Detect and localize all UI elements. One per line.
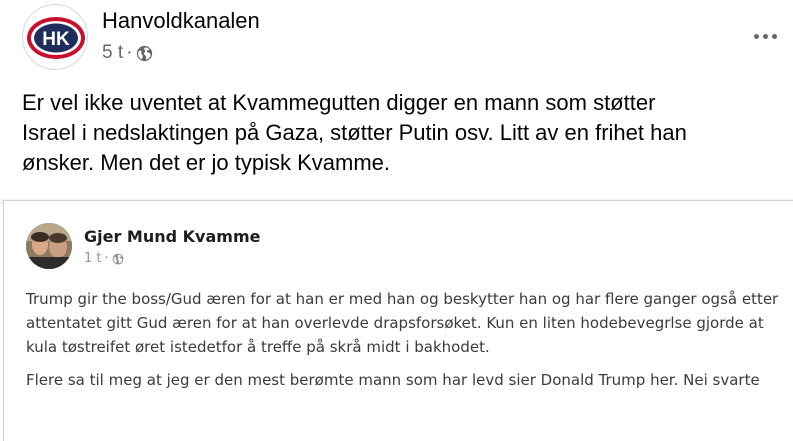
meta-separator: · bbox=[126, 42, 133, 63]
shared-time[interactable]: 1 t bbox=[84, 251, 102, 266]
page-name[interactable]: Hanvoldkanalen bbox=[102, 8, 260, 34]
shared-author-avatar[interactable] bbox=[26, 223, 72, 269]
shared-paragraph-2: Flere sa til meg at jeg er den mest berø… bbox=[26, 371, 760, 389]
globe-icon[interactable] bbox=[136, 45, 153, 62]
post-meta: 5 t · bbox=[102, 42, 153, 64]
logo-text: HK bbox=[42, 29, 70, 50]
shared-author-name[interactable]: Gjer Mund Kvamme bbox=[84, 227, 260, 246]
shared-meta: 1 t · bbox=[84, 251, 124, 266]
page-avatar[interactable]: HK bbox=[22, 4, 88, 70]
shared-paragraph-1: Trump gir the boss/Gud æren for at han e… bbox=[26, 290, 779, 356]
more-dots-icon bbox=[753, 33, 759, 39]
hk-logo-icon: HK bbox=[27, 17, 85, 59]
shared-post[interactable]: Gjer Mund Kvamme 1 t · Trump gir the bos… bbox=[3, 200, 793, 441]
profile-photo-icon bbox=[26, 223, 72, 269]
post-time[interactable]: 5 t bbox=[102, 42, 123, 64]
shared-post-text: Trump gir the boss/Gud æren for at han e… bbox=[26, 287, 793, 392]
post-text: Er vel ikke uventet at Kvammegutten digg… bbox=[22, 90, 687, 175]
more-options-button[interactable] bbox=[745, 22, 785, 50]
more-dot bbox=[771, 33, 777, 39]
more-dot bbox=[762, 33, 768, 39]
globe-icon[interactable] bbox=[112, 253, 124, 265]
post-header: HK Hanvoldkanalen 5 t · bbox=[0, 0, 793, 80]
shared-separator: · bbox=[104, 251, 109, 266]
